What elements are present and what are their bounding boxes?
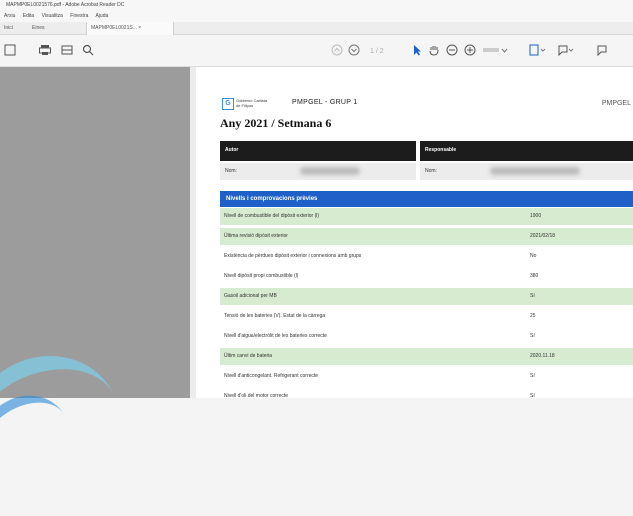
row-label: Nivell d'oli del motor correcte bbox=[224, 393, 289, 398]
cursor-icon[interactable] bbox=[411, 44, 423, 56]
table-row: Nivell d'anticongelant. Refrigerant corr… bbox=[220, 368, 633, 385]
table-row: Existència de pèrdues dipòsit exterior i… bbox=[220, 248, 633, 265]
window-title: MAPMP0EL0021576.pdf - Adobe Acrobat Read… bbox=[0, 0, 633, 11]
responsible-name-label: Nom: bbox=[425, 168, 437, 174]
tab-home[interactable]: Inici bbox=[0, 22, 17, 35]
table-row: Tensió de les bateries (V). Estat de la … bbox=[220, 308, 633, 325]
author-name-label: Nom: bbox=[225, 168, 237, 174]
company-logo-icon: G bbox=[222, 98, 234, 110]
menu-bar: Arxiu Edita Visualitza Finestra Ajuda bbox=[0, 11, 633, 22]
table-row: Nivell d'aigua/electròlit de les baterie… bbox=[220, 328, 633, 345]
fit-page-icon[interactable] bbox=[529, 44, 547, 56]
close-icon[interactable]: × bbox=[138, 25, 141, 31]
logo-text: Gobierno Carlista de Filipos bbox=[236, 98, 268, 108]
table-row: Nivell dipòsit propi combustible (l) 380 bbox=[220, 268, 633, 285]
row-value: 2021/02/18 bbox=[530, 233, 556, 239]
search-icon[interactable] bbox=[82, 44, 94, 56]
row-label: Tensió de les bateries (V). Estat de la … bbox=[224, 313, 326, 319]
table-row: Últim canvi de bateria 2020.11.18 bbox=[220, 348, 633, 365]
section-header: Nivells i comprovacions prèvies bbox=[220, 191, 633, 207]
tab-document[interactable]: MAPMP0EL0021S... × bbox=[86, 22, 174, 35]
pdf-page: G Gobierno Carlista de Filipos PMPGEL - … bbox=[196, 67, 633, 398]
up-icon[interactable] bbox=[331, 44, 343, 56]
zoom-out-icon[interactable] bbox=[446, 44, 458, 56]
menu-item-file[interactable]: Arxiu bbox=[4, 13, 15, 19]
redacted-responsible-name bbox=[490, 167, 580, 175]
row-value: No bbox=[530, 253, 537, 259]
row-label: Nivell de combustible del dipòsit exteri… bbox=[224, 213, 320, 219]
page-number-icon[interactable]: 1 / 2 bbox=[368, 44, 396, 56]
row-label: Nivell d'aigua/electròlit de les baterie… bbox=[224, 333, 327, 339]
row-value: Sí bbox=[530, 333, 535, 339]
row-value: 25 bbox=[530, 313, 536, 319]
table-row: Última revisió dipòsit exterior 2021/02/1… bbox=[220, 228, 633, 245]
author-name-cell: Nom: bbox=[220, 163, 416, 180]
tab-bar: Inici Eines MAPMP0EL0021S... × bbox=[0, 22, 633, 35]
row-label: Gasoil adicional per MB bbox=[224, 293, 277, 299]
row-value: Sí bbox=[530, 373, 535, 379]
responsible-name-cell: Nom: bbox=[420, 163, 633, 180]
side-panel bbox=[0, 67, 190, 516]
annotate-icon[interactable] bbox=[596, 44, 608, 56]
document-code: PMPGEL bbox=[601, 100, 631, 107]
row-label: Nivell dipòsit propi combustible (l) bbox=[224, 273, 299, 279]
table-row: Nivell de combustible del dipòsit exteri… bbox=[220, 208, 633, 225]
page-heading: Any 2021 / Setmana 6 bbox=[220, 116, 332, 130]
toolbar: 1 / 2 bbox=[0, 35, 633, 67]
row-value: 1900 bbox=[530, 213, 542, 219]
table-row: Nivell d'oli del motor correcte Sí bbox=[220, 388, 633, 398]
row-value: Sí bbox=[530, 293, 535, 299]
comment-icon[interactable] bbox=[557, 44, 575, 56]
row-value: Sí bbox=[530, 393, 535, 398]
menu-item-window[interactable]: Finestra bbox=[70, 13, 88, 19]
menu-item-edit[interactable]: Edita bbox=[23, 13, 34, 19]
row-label: Última revisió dipòsit exterior bbox=[224, 233, 288, 239]
down-icon[interactable] bbox=[348, 44, 360, 56]
menu-item-help[interactable]: Ajuda bbox=[95, 13, 108, 19]
table-row: Gasoil adicional per MB Sí bbox=[220, 288, 633, 305]
row-label: Últim canvi de bateria bbox=[224, 353, 273, 359]
zoom-in-icon[interactable] bbox=[464, 44, 476, 56]
email-icon[interactable] bbox=[61, 44, 73, 56]
row-label: Existència de pèrdues dipòsit exterior i… bbox=[224, 253, 362, 259]
zoom-level-dropdown[interactable] bbox=[483, 44, 509, 56]
row-label: Nivell d'anticongelant. Refrigerant corr… bbox=[224, 373, 319, 379]
row-value: 2020.11.18 bbox=[530, 353, 555, 359]
svg-text:1 / 2: 1 / 2 bbox=[370, 48, 384, 55]
tab-tools[interactable]: Eines bbox=[28, 22, 49, 35]
save-icon[interactable] bbox=[4, 44, 16, 56]
hand-icon[interactable] bbox=[428, 44, 440, 56]
row-value: 380 bbox=[530, 273, 539, 279]
print-icon[interactable] bbox=[39, 44, 51, 56]
responsible-header: Responsable bbox=[420, 141, 633, 161]
author-header: Autor bbox=[220, 141, 416, 161]
document-viewer[interactable]: G Gobierno Carlista de Filipos PMPGEL - … bbox=[190, 67, 633, 398]
menu-item-view[interactable]: Visualitza bbox=[42, 13, 63, 19]
redacted-author-name bbox=[300, 167, 360, 175]
document-title: PMPGEL - GRUP 1 bbox=[292, 99, 358, 106]
